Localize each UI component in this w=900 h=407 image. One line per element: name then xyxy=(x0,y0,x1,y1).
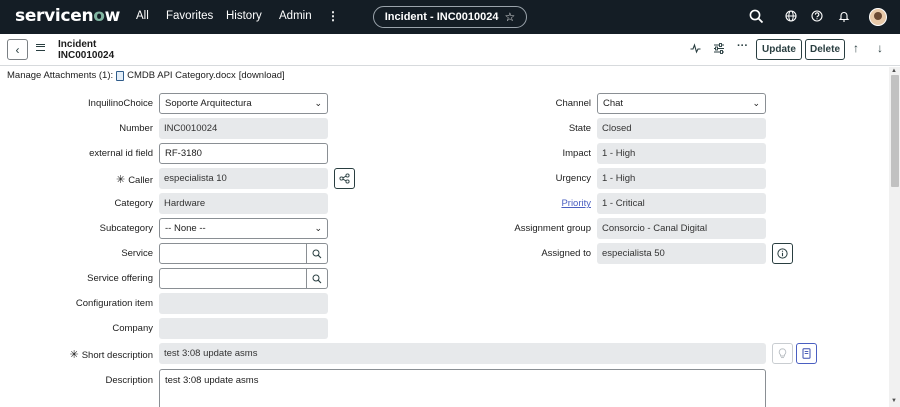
down-arrow-icon[interactable]: ↓ xyxy=(877,41,883,55)
record-context-pill[interactable]: Incident - INC0010024 ☆ xyxy=(373,6,527,28)
activity-icon[interactable] xyxy=(690,43,701,57)
description-label: Description xyxy=(105,375,153,386)
service-offering-label: Service offering xyxy=(87,273,153,284)
impact-field: 1 - High xyxy=(597,143,766,164)
bell-icon[interactable] xyxy=(836,8,852,24)
impact-label: Impact xyxy=(562,148,591,159)
update-button[interactable]: Update xyxy=(756,39,802,60)
state-field: Closed xyxy=(597,118,766,139)
lightbulb-icon[interactable] xyxy=(772,343,793,364)
assigned-to-field: especialista 50 xyxy=(597,243,766,264)
scroll-down-icon[interactable]: ▼ xyxy=(891,398,897,404)
knowledge-book-icon[interactable] xyxy=(796,343,817,364)
required-icon: ✳ xyxy=(69,349,79,361)
nav-admin[interactable]: Admin xyxy=(279,10,312,22)
help-icon[interactable] xyxy=(809,8,825,24)
avatar[interactable] xyxy=(869,8,887,26)
channel-select[interactable]: Chat ⌄ xyxy=(597,93,766,114)
delete-button[interactable]: Delete xyxy=(805,39,845,60)
record-number: INC0010024 xyxy=(58,50,115,61)
service-offering-search-icon[interactable] xyxy=(307,268,328,289)
short-description-field: test 3:08 update asms xyxy=(159,343,766,364)
service-offering-input[interactable] xyxy=(159,268,307,289)
back-icon[interactable]: ‹ xyxy=(7,39,28,60)
company-label: Company xyxy=(112,323,153,334)
up-arrow-icon[interactable]: ↑ xyxy=(853,41,859,55)
configuration-item-label: Configuration item xyxy=(75,298,153,309)
settings-sliders-icon[interactable] xyxy=(713,43,725,57)
favorite-star-icon[interactable]: ☆ xyxy=(504,10,515,24)
short-description-label-text: Short description xyxy=(81,350,153,361)
nav-all[interactable]: All xyxy=(136,10,149,22)
scroll-up-icon[interactable]: ▲ xyxy=(891,68,897,74)
nav-history[interactable]: History xyxy=(226,10,262,22)
state-label: State xyxy=(568,123,591,134)
company-field xyxy=(159,318,328,339)
document-icon xyxy=(116,70,125,81)
form-header: ‹ Incident INC0010024 ··· Update Delete … xyxy=(0,34,900,66)
nav-favorites[interactable]: Favorites xyxy=(166,10,213,22)
menu-icon[interactable] xyxy=(36,44,45,51)
assigned-to-label: Assigned to xyxy=(541,248,591,259)
short-description-label: ✳ Short description xyxy=(0,348,153,361)
chevron-down-icon: ⌄ xyxy=(752,98,760,108)
record-pill-label: Incident - INC0010024 xyxy=(384,11,499,23)
priority-label: Priority xyxy=(0,198,591,209)
description-textarea[interactable]: test 3:08 update asms xyxy=(159,369,766,407)
scrollbar-thumb[interactable] xyxy=(891,75,899,187)
priority-link[interactable]: Priority xyxy=(561,198,591,209)
channel-label: Channel xyxy=(555,98,591,109)
download-link[interactable]: [download] xyxy=(239,70,285,81)
servicenow-logo[interactable]: servicenow xyxy=(15,6,120,26)
attachments-bar: Manage Attachments (1): CMDB API Categor… xyxy=(7,70,285,81)
attachment-file-link[interactable]: CMDB API Category.docx xyxy=(127,70,236,81)
attachments-label[interactable]: Manage Attachments (1): xyxy=(7,70,113,81)
record-type: Incident xyxy=(58,39,97,50)
urgency-label: Urgency xyxy=(555,173,591,184)
globe-icon[interactable] xyxy=(783,8,799,24)
search-icon[interactable] xyxy=(748,8,764,24)
top-nav: servicenow All Favorites History Admin ⋮… xyxy=(0,0,900,34)
more-icon[interactable]: ··· xyxy=(737,40,748,52)
info-icon[interactable] xyxy=(772,243,793,264)
urgency-field: 1 - High xyxy=(597,168,766,189)
configuration-item-field xyxy=(159,293,328,314)
priority-field: 1 - Critical xyxy=(597,193,766,214)
assignment-group-label: Assignment group xyxy=(514,223,591,234)
more-menu-icon[interactable]: ⋮ xyxy=(327,9,339,23)
assignment-group-field: Consorcio - Canal Digital xyxy=(597,218,766,239)
channel-value: Chat xyxy=(603,98,624,109)
